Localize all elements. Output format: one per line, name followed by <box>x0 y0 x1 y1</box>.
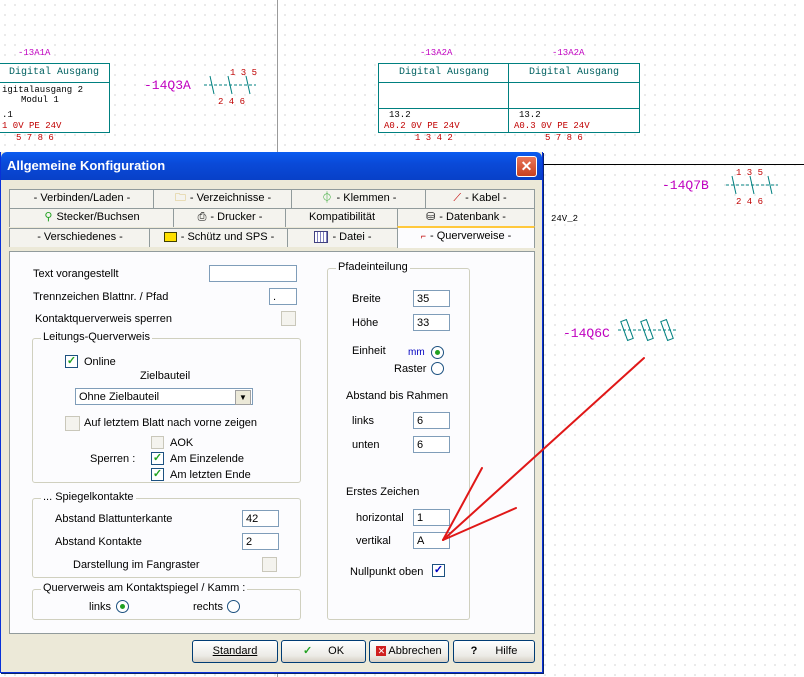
annotation-arrows <box>442 357 645 541</box>
